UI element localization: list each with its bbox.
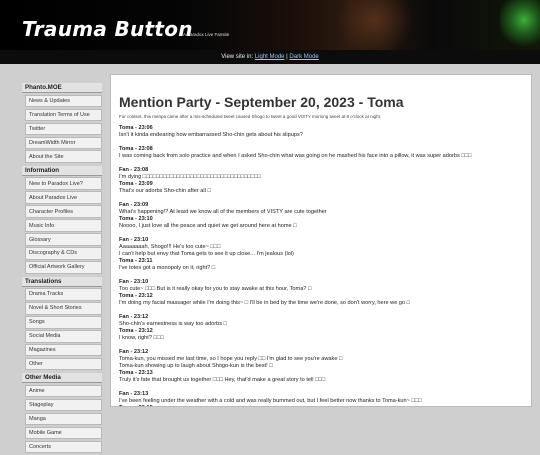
sidebar-item[interactable]: News & Updates [25, 94, 102, 107]
message-text: I'm dying □□□□□□□□□□□□□□□□□□□□□□□□□□□□□□… [119, 174, 262, 180]
message-text: That's our adorbs Sho-chin after all □ [119, 188, 211, 194]
conversation-log: Toma - 23:06 Isn't it kinda endearing how… [119, 125, 531, 406]
message-speaker: Toma - 23:09 [119, 181, 153, 187]
sidebar-item[interactable]: Manga [25, 412, 102, 426]
sidebar-item[interactable]: Social Media [25, 330, 102, 343]
message-text: Noooo, I just love all the peace and qui… [119, 223, 297, 229]
sidebar-item[interactable]: Mobile Game [25, 426, 102, 440]
message-text: I know, right? □□□ [119, 335, 164, 341]
banner-art [330, 0, 420, 50]
sidebar-section-title: Other Media [22, 373, 102, 384]
context-note: For context, this menpa came after a mis… [119, 114, 382, 119]
sidebar-item[interactable]: About Paradox Live [25, 191, 102, 204]
sidebar-section-title: Translations [22, 276, 102, 287]
message-text: I can't help but envy that Toma gets to … [119, 251, 294, 257]
message-group: Fan - 23:09 What's happening!? At least w… [119, 202, 531, 230]
dark-mode-link[interactable]: Dark Mode [289, 54, 318, 60]
sidebar-item[interactable]: Official Artwork Gallery [25, 261, 102, 274]
sidebar-section-title: Information [22, 165, 102, 176]
sidebar-item[interactable]: Novel & Short Stories [25, 302, 102, 315]
message-group: Fan - 23:10 Aaaaaaaah, Shogo!!! He's too … [119, 237, 531, 272]
view-mode-label: View site in: [221, 54, 254, 60]
message-text: Isn't it kinda endearing how embarrassed… [119, 132, 303, 138]
message-speaker: Toma - 23:06 [119, 125, 153, 131]
message-text: I've been feeling under the weather with… [119, 398, 422, 404]
sidebar-item[interactable]: Anime [25, 385, 102, 398]
sidebar-item[interactable]: Concerts [25, 440, 102, 454]
page-title: Mention Party - September 20, 2023 - Tom… [119, 94, 404, 110]
sidebar-item[interactable]: About the Site [25, 150, 102, 163]
sidebar-item[interactable]: DreamWidth Mirror [25, 136, 102, 149]
sidebar-item[interactable]: New to Paradox Live? [25, 177, 102, 190]
message-speaker: Toma - 23:13 [119, 370, 153, 376]
message-speaker: Toma - 23:12 [119, 328, 153, 334]
message-speaker: Toma - 23:08 [119, 146, 153, 152]
sidebar-item[interactable]: Songs [25, 316, 102, 329]
sidebar-item[interactable]: Other [25, 358, 102, 371]
message-text: Toma-kun showing up to laugh about Shogo… [119, 363, 273, 369]
message-speaker: Toma - 23:10 [119, 216, 153, 222]
message-speaker: Fan - 23:08 [119, 167, 149, 173]
message-group: Toma - 23:06 Isn't it kinda endearing how… [119, 125, 531, 139]
message-group: Toma - 23:08 I was coming back from solo … [119, 146, 531, 160]
message-speaker: Fan - 23:12 [119, 349, 149, 355]
message-text: I was coming back from solo practice and… [119, 153, 472, 159]
sidebar-item[interactable]: Stageplay [25, 399, 102, 412]
message-text: I'm doing my facial massager while I'm d… [119, 300, 411, 306]
sidebar-item[interactable]: Twitter [25, 122, 102, 135]
site-logo[interactable]: Trauma Button [22, 17, 193, 41]
message-text: Toma-kun, you missed me last time, so I … [119, 356, 343, 362]
message-speaker: Fan - 23:10 [119, 237, 149, 243]
sidebar-nav: Phanto.MOE News & Updates Translation Term… [22, 80, 102, 455]
message-speaker: Fan - 23:13 [119, 391, 149, 397]
sidebar-item[interactable]: Translation Terms of Use [25, 108, 102, 121]
message-speaker: Fan - 23:09 [119, 202, 149, 208]
view-mode-separator: | [286, 54, 288, 60]
sidebar-item[interactable]: Magazines [25, 344, 102, 357]
view-mode-bar: View site in: Light Mode | Dark Mode [0, 50, 540, 64]
message-group: Fan - 23:12 Toma-kun, you missed me last … [119, 349, 531, 384]
sidebar-item[interactable]: Music Info [25, 219, 102, 232]
sidebar-item[interactable]: Character Profiles [25, 205, 102, 218]
sidebar-item[interactable]: Discography & CDs [25, 247, 102, 260]
sidebar-item[interactable]: Drama Tracks [25, 288, 102, 301]
sidebar-section-title: Phanto.MOE [22, 83, 102, 93]
message-text: Truly it's fate that brought us together… [119, 377, 326, 383]
message-group: Fan - 23:10 Too cute~ □□□ But is it reall… [119, 279, 531, 307]
message-group: Fan - 23:08 I'm dying □□□□□□□□□□□□□□□□□□□… [119, 167, 531, 195]
banner-art-character [500, 0, 540, 50]
site-tagline: A Paradox Live Fansite [183, 32, 230, 37]
message-text: Aaaaaaaah, Shogo!!! He's too cute~ □□□ [119, 244, 221, 250]
message-speaker: Fan - 23:12 [119, 314, 149, 320]
message-group: Fan - 23:12 Sho-chin's earnestness is way… [119, 314, 531, 342]
message-speaker: Toma - 23:11 [119, 258, 153, 264]
message-text: What's happening!? At least we know all … [119, 209, 327, 215]
message-speaker: Toma - 23:15 [119, 405, 531, 406]
site-banner: Trauma Button A Paradox Live Fansite [0, 0, 540, 50]
message-speaker: Toma - 23:12 [119, 293, 153, 299]
main-content: Mention Party - September 20, 2023 - Tom… [110, 74, 532, 407]
message-text: Too cute~ □□□ But is it really okay for … [119, 286, 312, 292]
light-mode-link[interactable]: Light Mode [255, 54, 285, 60]
sidebar-item[interactable]: Glossary [25, 233, 102, 246]
message-text: I've totes got a monopoly on it, right? … [119, 265, 216, 271]
message-text: Sho-chin's earnestness is way too adorbs… [119, 321, 227, 327]
message-speaker: Fan - 23:10 [119, 279, 149, 285]
